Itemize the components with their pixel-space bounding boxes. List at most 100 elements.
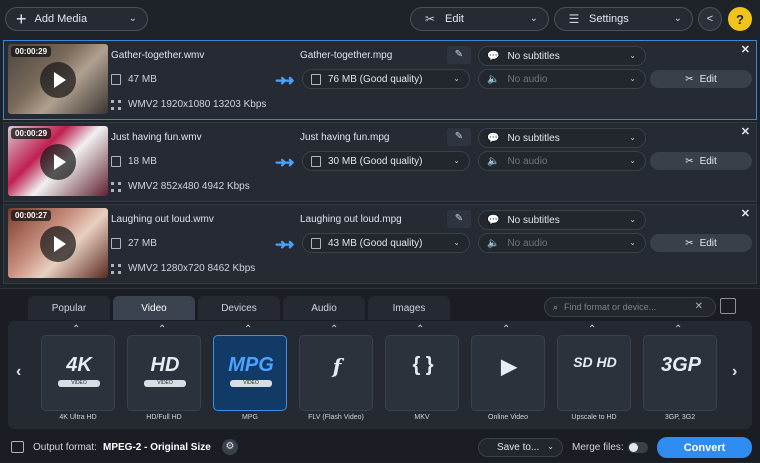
chevron-down-icon: ⌄ bbox=[629, 215, 636, 224]
output-format-icon bbox=[11, 441, 24, 453]
source-file-info: WMV2 1920x1080 13203 Kbps bbox=[111, 99, 266, 110]
format-label: 4K Ultra HD bbox=[59, 414, 97, 421]
video-thumbnail[interactable]: 00:00:29 bbox=[8, 126, 108, 196]
tab-devices[interactable]: Devices bbox=[198, 296, 280, 320]
format-3gp[interactable]: ⌃ 3GP bbox=[643, 324, 717, 411]
output-size-select[interactable]: 43 MB (Good quality) ⌄ bbox=[302, 233, 470, 253]
rename-button[interactable]: ✎ bbox=[447, 46, 471, 64]
audio-select[interactable]: 🔈 No audio ⌄ bbox=[478, 69, 646, 89]
chevron-down-icon: ⌄ bbox=[453, 74, 460, 83]
share-button[interactable]: < bbox=[698, 7, 722, 31]
output-file-name[interactable]: Laughing out loud.mpg bbox=[300, 214, 402, 225]
format-label: HD/Full HD bbox=[146, 414, 182, 421]
subtitles-text: No subtitles bbox=[507, 50, 560, 62]
gear-icon[interactable]: ⚙ bbox=[222, 439, 238, 455]
scroll-right-icon[interactable]: › bbox=[732, 363, 737, 381]
format-settings-icon[interactable] bbox=[720, 298, 736, 314]
video-thumbnail[interactable]: 00:00:29 bbox=[8, 44, 108, 114]
format-logo: MPG bbox=[228, 354, 274, 376]
settings-menu-button[interactable]: ☰ Settings ⌄ bbox=[554, 7, 693, 31]
convert-arrow-icon: ➜➜ bbox=[275, 236, 295, 252]
format-online-video[interactable]: ⌃ ▶ bbox=[471, 324, 545, 411]
output-size-select[interactable]: 30 MB (Good quality) ⌄ bbox=[302, 151, 470, 171]
help-icon: ? bbox=[736, 11, 744, 27]
output-file-name[interactable]: Gather-together.mpg bbox=[300, 50, 392, 61]
chevron-down-icon: ⌄ bbox=[629, 156, 636, 165]
file-size-text: 27 MB bbox=[128, 238, 157, 249]
source-file-name: Laughing out loud.wmv bbox=[111, 214, 214, 225]
tab-video[interactable]: Video bbox=[113, 296, 195, 320]
audio-select[interactable]: 🔈 No audio ⌄ bbox=[478, 151, 646, 171]
file-size-text: 18 MB bbox=[128, 156, 157, 167]
merge-files-toggle[interactable] bbox=[628, 442, 648, 453]
subtitles-icon: 💬 bbox=[487, 50, 500, 62]
status-bar: Output format: MPEG-2 - Original Size ⚙ … bbox=[0, 433, 760, 463]
scroll-left-icon[interactable]: ‹ bbox=[16, 363, 21, 381]
play-icon[interactable] bbox=[40, 226, 76, 262]
tab-popular[interactable]: Popular bbox=[28, 296, 110, 320]
subtitles-select[interactable]: 💬 No subtitles ⌄ bbox=[478, 46, 646, 66]
upscale-icon: SD HD bbox=[573, 354, 617, 370]
format-4k[interactable]: ⌃ 4K VIDEO bbox=[41, 324, 115, 411]
speaker-icon: 🔈 bbox=[487, 237, 500, 249]
tab-audio[interactable]: Audio bbox=[283, 296, 365, 320]
edit-menu-button[interactable]: ✂ Edit ⌄ bbox=[410, 7, 549, 31]
file-row[interactable]: 00:00:29 Just having fun.wmv 18 MB WMV2 … bbox=[3, 122, 757, 202]
file-icon bbox=[311, 155, 321, 167]
convert-arrow-icon: ➜➜ bbox=[275, 72, 295, 88]
expand-icon: ⌃ bbox=[588, 324, 597, 335]
subtitles-icon: 💬 bbox=[487, 214, 500, 226]
convert-button[interactable]: Convert bbox=[657, 437, 752, 458]
format-upscale-hd[interactable]: ⌃ SD HD bbox=[557, 324, 631, 411]
help-button[interactable]: ? bbox=[728, 7, 752, 31]
audio-text: No audio bbox=[507, 155, 548, 167]
format-flv[interactable]: ⌃ f bbox=[299, 324, 373, 411]
edit-file-button[interactable]: ✂ Edit bbox=[650, 152, 752, 170]
remove-file-button[interactable]: ✕ bbox=[741, 43, 750, 56]
chevron-down-icon: ⌄ bbox=[629, 238, 636, 247]
rename-button[interactable]: ✎ bbox=[447, 128, 471, 146]
expand-icon: ⌃ bbox=[502, 324, 511, 335]
format-sublabel: VIDEO bbox=[230, 380, 272, 387]
mkv-icon: { } bbox=[412, 354, 434, 376]
file-row[interactable]: 00:00:29 Gather-together.wmv 47 MB WMV2 … bbox=[3, 40, 757, 120]
chevron-down-icon: ⌄ bbox=[547, 442, 554, 451]
edit-file-button[interactable]: ✂ Edit bbox=[650, 234, 752, 252]
format-logo: 4K bbox=[66, 354, 92, 376]
remove-file-button[interactable]: ✕ bbox=[741, 207, 750, 220]
save-to-button[interactable]: Save to... ⌄ bbox=[478, 438, 563, 457]
format-logo: 3GP bbox=[660, 354, 702, 376]
clear-icon[interactable]: ✕ bbox=[695, 301, 703, 312]
settings-icon: ☰ bbox=[568, 12, 580, 26]
format-search-input[interactable]: ⌕ Find format or device... ✕ bbox=[544, 297, 716, 317]
subtitles-select[interactable]: 💬 No subtitles ⌄ bbox=[478, 128, 646, 148]
output-size-select[interactable]: 76 MB (Good quality) ⌄ bbox=[302, 69, 470, 89]
audio-select[interactable]: 🔈 No audio ⌄ bbox=[478, 233, 646, 253]
subtitles-text: No subtitles bbox=[507, 214, 560, 226]
format-grid: ‹ › ⌃ 4K VIDEO 4K Ultra HD ⌃ HD VIDEO HD… bbox=[8, 321, 752, 429]
expand-icon: ⌃ bbox=[330, 324, 339, 335]
play-icon[interactable] bbox=[40, 62, 76, 98]
play-icon[interactable] bbox=[40, 144, 76, 180]
file-row[interactable]: 00:00:27 Laughing out loud.wmv 27 MB WMV… bbox=[3, 204, 757, 284]
chevron-down-icon: ⌄ bbox=[453, 156, 460, 165]
merge-files-label: Merge files: bbox=[572, 442, 624, 453]
expand-icon: ⌃ bbox=[158, 324, 167, 335]
format-mpg[interactable]: ⌃ MPG VIDEO bbox=[213, 324, 287, 411]
format-logo: HD bbox=[150, 354, 180, 376]
format-label: MPG bbox=[242, 414, 258, 421]
format-hd[interactable]: ⌃ HD VIDEO bbox=[127, 324, 201, 411]
output-file-name[interactable]: Just having fun.mpg bbox=[300, 132, 390, 143]
output-format-label: Output format: bbox=[33, 442, 97, 453]
add-media-button[interactable]: + Add Media ⌄ bbox=[5, 7, 148, 31]
tab-images[interactable]: Images bbox=[368, 296, 450, 320]
video-thumbnail[interactable]: 00:00:27 bbox=[8, 208, 108, 278]
subtitles-select[interactable]: 💬 No subtitles ⌄ bbox=[478, 210, 646, 230]
rename-button[interactable]: ✎ bbox=[447, 210, 471, 228]
edit-file-button[interactable]: ✂ Edit bbox=[650, 70, 752, 88]
remove-file-button[interactable]: ✕ bbox=[741, 125, 750, 138]
format-label: 3GP, 3G2 bbox=[664, 414, 696, 421]
format-sublabel: VIDEO bbox=[58, 380, 100, 387]
format-mkv[interactable]: ⌃ { } bbox=[385, 324, 459, 411]
pencil-icon: ✎ bbox=[454, 213, 464, 224]
